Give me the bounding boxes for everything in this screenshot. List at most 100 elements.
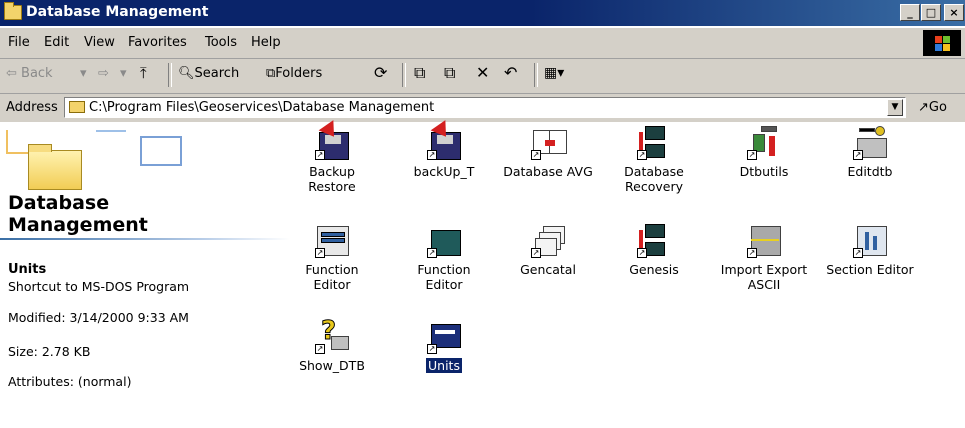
minimize-button[interactable]: _ xyxy=(900,4,920,21)
question-printer-icon: ? ↗ xyxy=(315,316,349,354)
folder-icon xyxy=(69,101,85,113)
file-item-label: Section Editor xyxy=(826,262,914,277)
history-button[interactable]: ⟳ xyxy=(374,63,387,82)
search-button[interactable]: 🔍︎Search xyxy=(178,66,239,81)
file-item-genesis[interactable]: ↗ Genesis xyxy=(606,224,702,277)
selected-item-type: Shortcut to MS-DOS Program xyxy=(8,279,190,294)
selected-label: Units xyxy=(426,358,462,373)
terminal-icon: ↗ xyxy=(427,224,461,258)
file-item-import-export-ascii[interactable]: ↗ Import Export ASCII xyxy=(716,224,812,292)
file-item-label: Database AVG xyxy=(503,164,593,179)
file-item-backup-restore[interactable]: ↗ Backup Restore xyxy=(284,120,380,194)
rtm-tdc-icon: ↗ xyxy=(637,126,671,160)
selected-item-name: Units xyxy=(8,262,47,277)
units-window-icon: ↗ xyxy=(427,320,461,354)
rtm-tdc-icon: ↗ xyxy=(637,224,671,258)
file-item-gencatal[interactable]: ↗ Gencatal xyxy=(500,224,596,277)
file-size: Size: 2.78 KB xyxy=(8,344,91,359)
file-item-backup-t[interactable]: ↗ backUp_T xyxy=(396,120,492,179)
forward-button[interactable]: ⇨ xyxy=(98,66,109,81)
file-item-label: Function Editor xyxy=(417,262,471,292)
floppy-red-arrow-icon: ↗ xyxy=(315,120,349,160)
file-attributes: Attributes: (normal) xyxy=(8,374,132,389)
pane-divider xyxy=(0,238,290,240)
document-stack-icon: ↗ xyxy=(531,126,567,160)
toolbar-separator xyxy=(534,63,538,87)
file-item-label: Import Export ASCII xyxy=(720,262,808,292)
toolbar-separator xyxy=(168,63,172,87)
modified-date: Modified: 3/14/2000 9:33 AM xyxy=(8,310,189,325)
pane-title: Database Management xyxy=(8,192,278,236)
grid-window-icon: ↗ xyxy=(315,224,349,258)
file-item-label: Units xyxy=(396,358,492,373)
file-item-label: Genesis xyxy=(629,262,679,277)
views-button[interactable]: ▦▾ xyxy=(544,65,564,81)
back-button[interactable]: ⇦ Back xyxy=(6,66,53,81)
file-item-database-avg[interactable]: ↗ Database AVG xyxy=(500,126,596,179)
tools-icon: ↗ xyxy=(747,126,781,160)
file-item-label: Dtbutils xyxy=(739,164,789,179)
menu-file[interactable]: File xyxy=(8,35,30,50)
menu-help[interactable]: Help xyxy=(251,35,281,50)
forward-dropdown-icon[interactable]: ▾ xyxy=(120,66,127,81)
banner-decoration xyxy=(140,136,182,166)
search-label: Search xyxy=(194,66,240,81)
file-item-label: Show_DTB xyxy=(299,358,365,373)
toolbar: ⇦ Back ▾ ⇨ ▾ ⤒ 🔍︎Search ⧉Folders ⟳ ⧉ ⧉ ✕… xyxy=(0,59,965,94)
go-label: Go xyxy=(928,100,947,115)
import-export-arrows-icon: ↗ xyxy=(747,224,781,258)
delete-button[interactable]: ✕ xyxy=(476,63,489,82)
address-dropdown-button[interactable]: ▼ xyxy=(887,99,903,116)
undo-button[interactable]: ↶ xyxy=(504,63,517,82)
address-path: C:\Program Files\Geoservices\Database Ma… xyxy=(89,100,435,115)
file-item-label: Editdtb xyxy=(847,164,893,179)
file-item-units[interactable]: ↗ Units xyxy=(396,320,492,373)
file-item-function-editor-1[interactable]: ↗ Function Editor xyxy=(284,224,380,292)
maximize-button[interactable]: □ xyxy=(921,4,941,21)
folders-label: Folders xyxy=(275,66,323,81)
folders-icon: ⧉ xyxy=(266,66,276,81)
file-item-label: Database Recovery xyxy=(624,164,684,194)
folder-icon xyxy=(4,2,22,20)
folders-button[interactable]: ⧉Folders xyxy=(266,66,322,81)
windows-logo-icon xyxy=(923,30,961,56)
file-item-database-recovery[interactable]: ↗ Database Recovery xyxy=(606,126,702,194)
close-button[interactable]: × xyxy=(944,4,964,21)
edit-scissors-icon: ↗ xyxy=(853,126,887,160)
pane-title-line2: Management xyxy=(8,214,148,236)
search-icon: 🔍︎ xyxy=(178,66,195,81)
large-folder-icon xyxy=(28,144,82,190)
file-item-label: Gencatal xyxy=(520,262,576,277)
address-bar: Address C:\Program Files\Geoservices\Dat… xyxy=(0,94,965,122)
pane-title-line1: Database xyxy=(8,192,110,214)
back-dropdown-icon[interactable]: ▾ xyxy=(80,66,87,81)
section-chart-icon: ↗ xyxy=(853,224,887,258)
file-item-section-editor[interactable]: ↗ Section Editor xyxy=(822,224,918,277)
go-arrow-icon: ↗ xyxy=(918,100,929,115)
address-input[interactable]: C:\Program Files\Geoservices\Database Ma… xyxy=(64,97,906,118)
menu-bar: File Edit View Favorites Tools Help xyxy=(0,28,965,59)
menu-tools[interactable]: Tools xyxy=(205,35,237,50)
file-item-label: Backup Restore xyxy=(308,164,356,194)
move-to-button[interactable]: ⧉ xyxy=(414,63,425,83)
window-title: Database Management xyxy=(26,4,209,20)
copy-to-button[interactable]: ⧉ xyxy=(444,63,455,83)
up-folder-button[interactable]: ⤒ xyxy=(140,64,147,82)
go-button[interactable]: ↗Go xyxy=(918,100,947,115)
menu-view[interactable]: View xyxy=(84,35,115,50)
file-item-show-dtb[interactable]: ? ↗ Show_DTB xyxy=(284,316,380,374)
address-label: Address xyxy=(6,100,58,115)
catalog-stack-icon: ↗ xyxy=(531,224,565,258)
menu-edit[interactable]: Edit xyxy=(44,35,69,50)
file-item-label: backUp_T xyxy=(413,164,475,179)
menu-favorites[interactable]: Favorites xyxy=(128,35,187,50)
floppy-red-arrow-icon: ↗ xyxy=(427,120,461,160)
file-item-dtbutils[interactable]: ↗ Dtbutils xyxy=(716,126,812,179)
explorer-window: Database Management _ □ × File Edit View… xyxy=(0,0,965,428)
file-item-label: Function Editor xyxy=(305,262,359,292)
file-item-editdtb[interactable]: ↗ Editdtb xyxy=(822,126,918,179)
banner-decoration xyxy=(96,130,126,132)
title-bar[interactable]: Database Management _ □ × xyxy=(0,0,965,26)
toolbar-separator xyxy=(402,63,406,87)
file-item-function-editor-2[interactable]: ↗ Function Editor xyxy=(396,224,492,292)
